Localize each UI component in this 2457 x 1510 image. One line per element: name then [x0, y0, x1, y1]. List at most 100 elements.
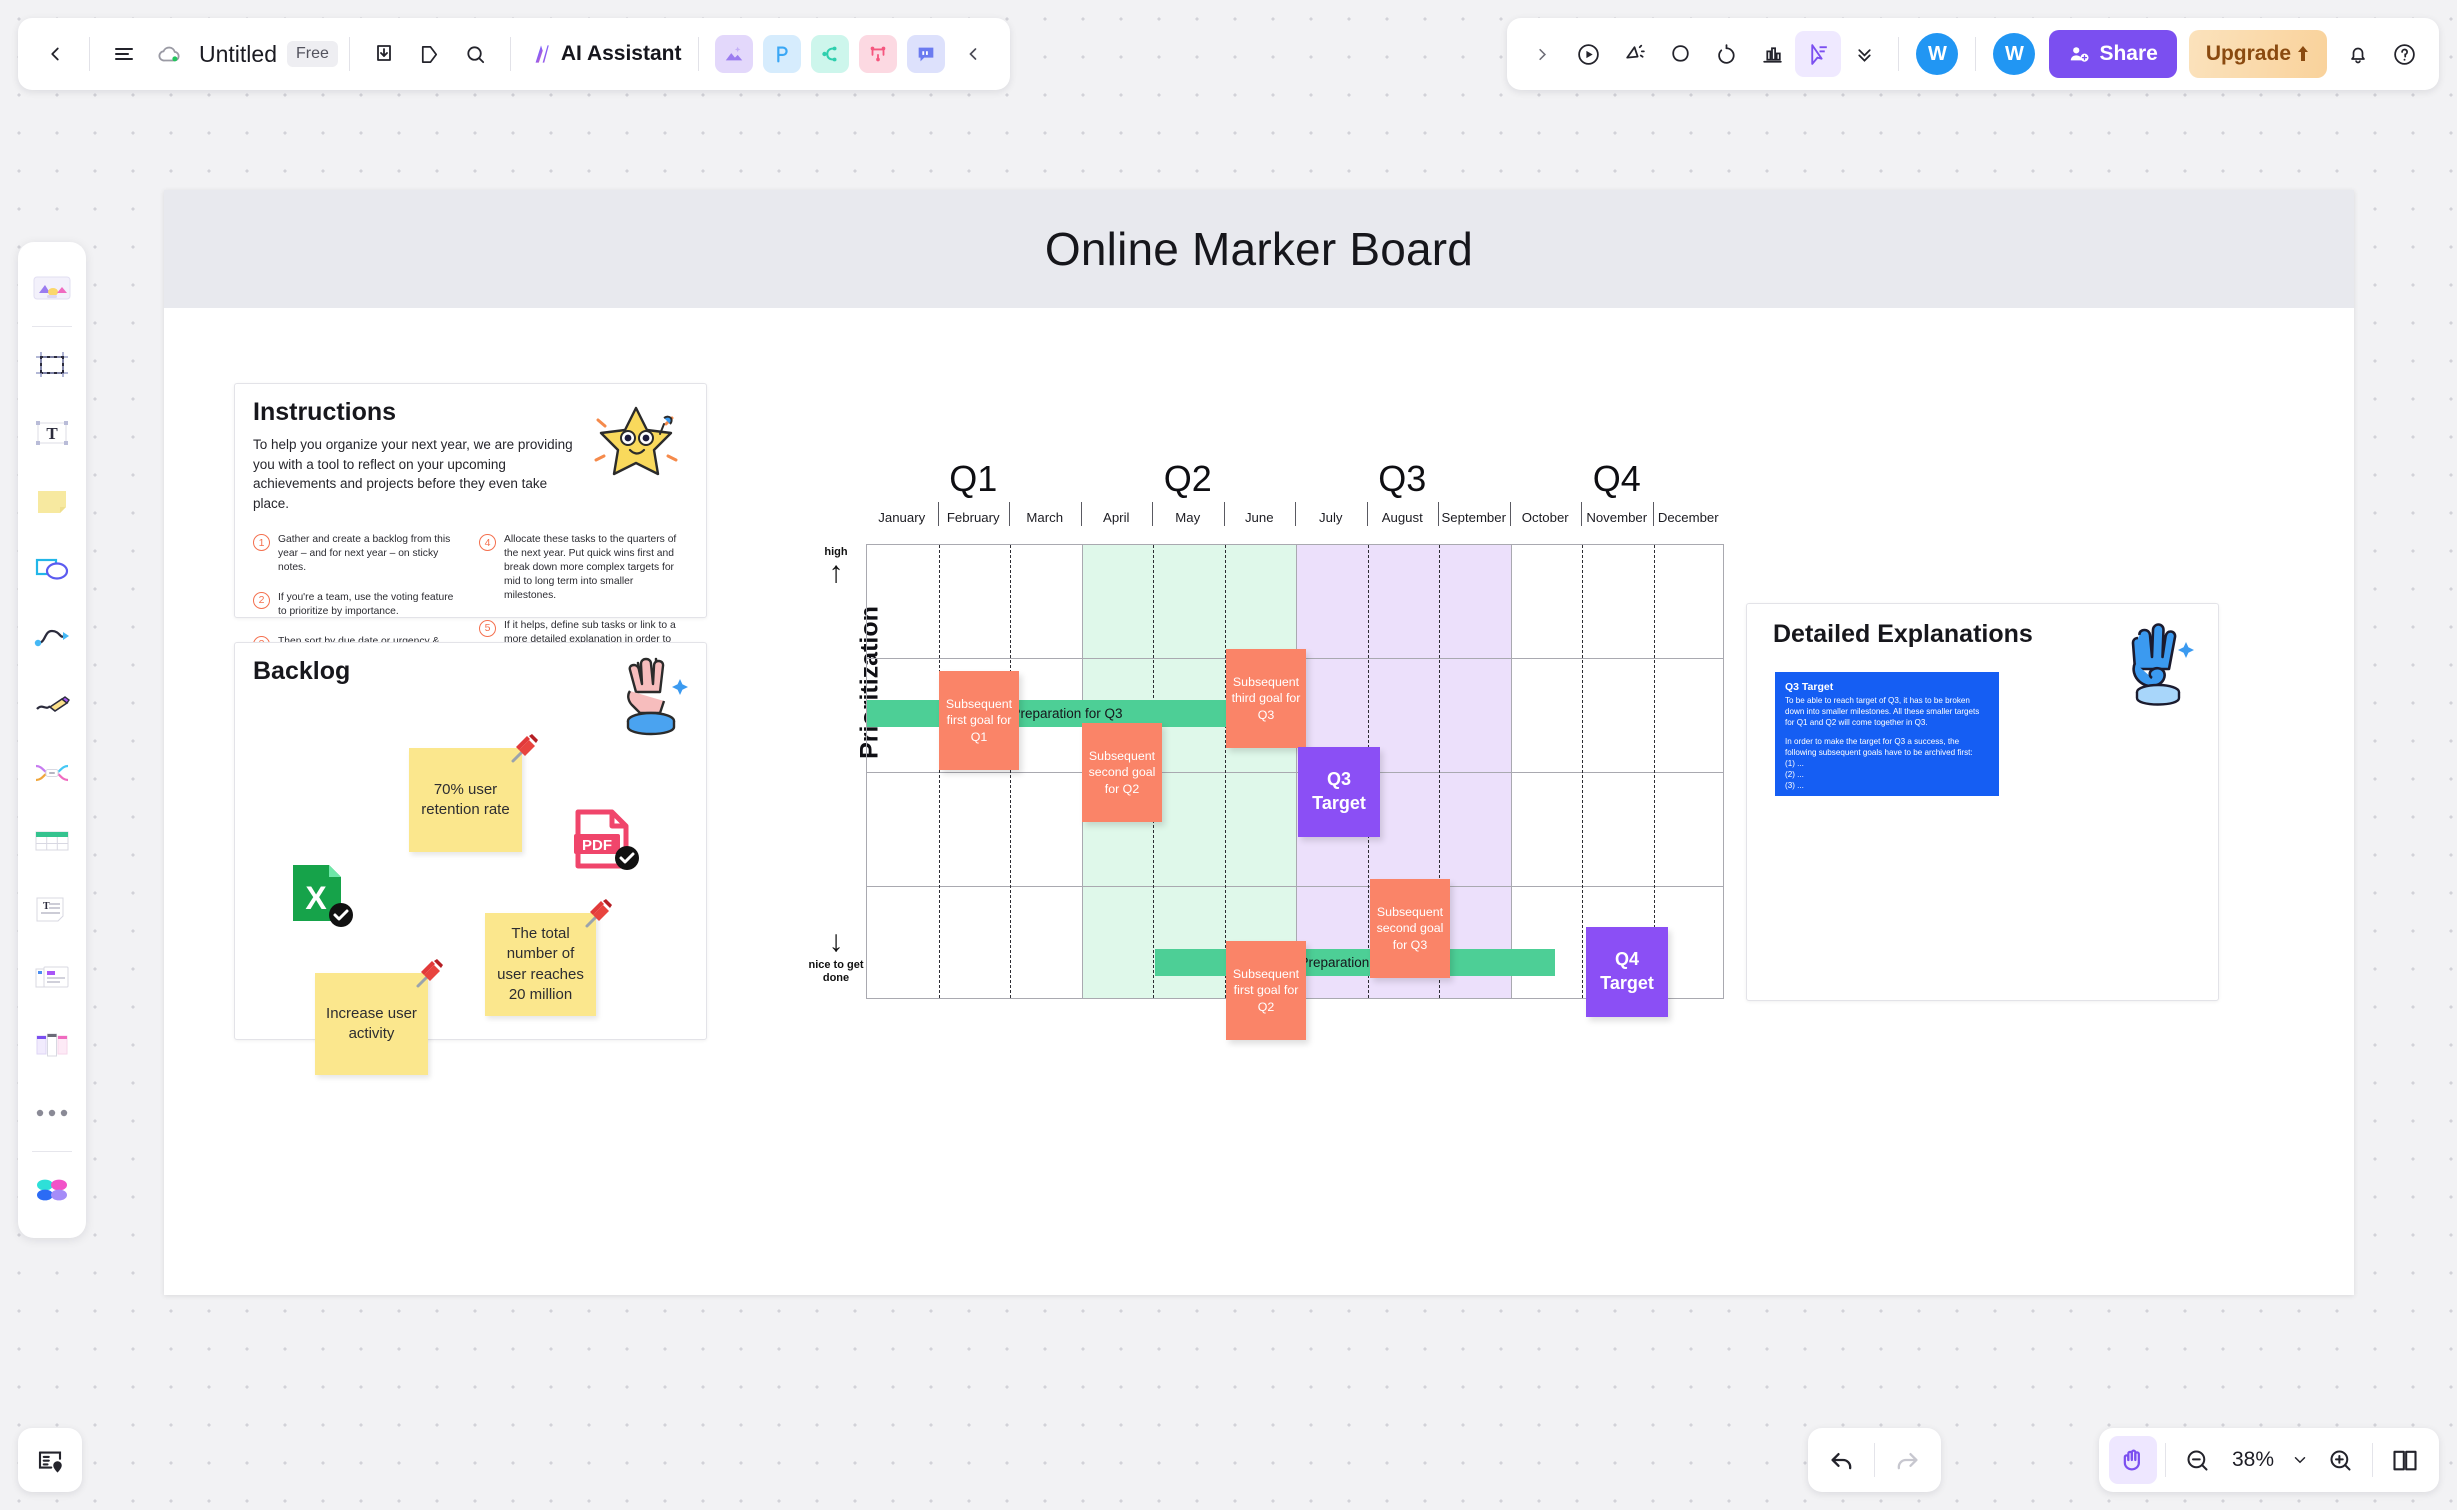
help-icon[interactable] — [2381, 31, 2427, 77]
excel-file-icon[interactable]: X — [287, 861, 359, 931]
share-button[interactable]: Share — [2049, 30, 2177, 78]
task-q3-second[interactable]: Subsequent second goal for Q3 — [1370, 879, 1450, 978]
axis-low: ↓ nice to get done — [808, 927, 864, 985]
card-tool[interactable] — [24, 943, 80, 1011]
avatar[interactable]: W — [1916, 33, 1959, 75]
redo-button[interactable] — [1883, 1436, 1931, 1484]
color-palette-tool[interactable] — [24, 1156, 80, 1224]
pushpin-icon — [585, 899, 612, 928]
target-q4[interactable]: Q4 Target — [1586, 927, 1668, 1017]
download-icon[interactable] — [361, 31, 407, 77]
undo-button[interactable] — [1818, 1436, 1866, 1484]
more-tools[interactable] — [24, 1079, 80, 1147]
presentation-app-icon[interactable] — [763, 35, 802, 73]
step-number: 5 — [479, 619, 496, 637]
search-icon[interactable] — [453, 31, 499, 77]
chat-app-icon[interactable] — [907, 35, 946, 73]
svg-text:T: T — [43, 901, 50, 912]
instructions-lead: To help you organize your next year, we … — [253, 437, 573, 511]
ok-hand-sticker-icon — [2131, 623, 2194, 706]
timeline-grid[interactable]: Preparation for Q3 Preparation for Q4 Su… — [866, 544, 1724, 1040]
pdf-file-icon[interactable]: PDF — [572, 808, 647, 878]
prep-bar-q3[interactable]: Preparation for Q3 — [867, 700, 1267, 727]
month-label: November — [1586, 510, 1648, 525]
star-sticker-icon — [594, 406, 678, 476]
minimap-button[interactable] — [18, 1428, 82, 1492]
tag-icon[interactable] — [407, 31, 453, 77]
zoom-dropdown-icon[interactable] — [2284, 1436, 2316, 1484]
pan-hand-button[interactable] — [2108, 1436, 2157, 1484]
zoom-in-button[interactable] — [2316, 1436, 2364, 1484]
prep-bar-q4[interactable]: Preparation for Q4 — [1155, 949, 1555, 976]
kanban-tool[interactable] — [24, 1011, 80, 1079]
present-icon[interactable] — [1565, 31, 1611, 77]
ai-assistant-button[interactable]: AI Assistant — [522, 41, 688, 67]
divider — [1975, 37, 1977, 71]
board-header: Online Marker Board — [164, 190, 2354, 308]
connector-tool[interactable] — [24, 603, 80, 671]
step-number: 2 — [253, 591, 270, 609]
image-app-icon[interactable] — [715, 35, 754, 73]
pen-tool[interactable] — [24, 671, 80, 739]
board-canvas: Online Marker Board Instructions To help… — [164, 190, 2354, 1295]
document-title[interactable]: Untitled — [199, 41, 277, 68]
cursor-flag-icon[interactable] — [1795, 31, 1842, 77]
mindmap-app-icon[interactable] — [811, 35, 850, 73]
task-q1-first[interactable]: Subsequent first goal for Q1 — [939, 671, 1019, 770]
peace-hand-sticker-icon — [626, 657, 688, 736]
target-q3[interactable]: Q3 Target — [1298, 747, 1380, 837]
chevrons-down-icon[interactable] — [1841, 31, 1887, 77]
task-q3-third[interactable]: Subsequent third goal for Q3 — [1226, 649, 1306, 748]
note-list-1: (1) ... — [1785, 759, 1804, 768]
comment-icon[interactable] — [1657, 31, 1703, 77]
templates-tool[interactable] — [24, 254, 80, 322]
mindmap-tool[interactable] — [24, 739, 80, 807]
top-toolbar-left: Untitled Free AI Assistant — [18, 18, 1011, 90]
task-q2-second[interactable]: Subsequent second goal for Q2 — [1082, 723, 1162, 822]
divider — [348, 37, 350, 71]
upgrade-label: Upgrade — [2205, 42, 2291, 65]
document-tool[interactable]: T — [24, 875, 80, 943]
top-toolbar: Untitled Free AI Assistant W W Share Upg… — [0, 0, 2457, 108]
list-item: 4 Allocate these tasks to the quarters o… — [479, 533, 687, 602]
avatar[interactable]: W — [1993, 33, 2036, 75]
cloud-saved-icon — [147, 31, 193, 77]
flowchart-app-icon[interactable] — [859, 35, 898, 73]
frame-tool[interactable] — [24, 331, 80, 399]
expand-right-icon[interactable] — [1519, 31, 1565, 77]
announce-icon[interactable] — [1611, 31, 1657, 77]
back-icon[interactable] — [32, 31, 78, 77]
top-toolbar-right: W W Share Upgrade — [1507, 18, 2439, 90]
upgrade-button[interactable]: Upgrade — [2188, 30, 2327, 78]
zoom-level[interactable]: 38% — [2222, 1448, 2284, 1472]
text-tool[interactable]: T — [24, 399, 80, 467]
sticky-note-tool[interactable] — [24, 467, 80, 535]
ai-assistant-label: AI Assistant — [560, 42, 682, 65]
list-item: 2 If you're a team, use the voting featu… — [253, 591, 461, 619]
month-label: February — [946, 510, 1000, 525]
share-label: Share — [2099, 42, 2158, 65]
month-row: January February March April May June Ju… — [866, 502, 1724, 538]
quarter-divider — [1510, 545, 1512, 998]
shape-tool[interactable] — [24, 535, 80, 603]
vote-icon[interactable] — [1749, 31, 1795, 77]
plan-badge[interactable]: Free — [286, 41, 338, 67]
month-label: September — [1441, 510, 1506, 525]
quarter-row: Q1 Q2 Q3 Q4 — [866, 458, 1724, 502]
undo-redo-group — [1808, 1428, 1941, 1492]
notification-bell-icon[interactable] — [2335, 31, 2381, 77]
timer-icon[interactable] — [1703, 31, 1749, 77]
menu-icon[interactable] — [101, 31, 147, 77]
q3-target-note[interactable]: Q3 Target To be able to reach target of … — [1775, 672, 1999, 796]
divider — [1874, 1443, 1875, 1477]
zoom-out-button[interactable] — [2174, 1436, 2222, 1484]
collapse-apps-icon[interactable] — [950, 31, 996, 77]
task-q2-first[interactable]: Subsequent first goal for Q2 — [1226, 941, 1306, 1040]
divider — [698, 37, 700, 71]
details-card: Detailed Explanations Q3 Target To be ab… — [1746, 603, 2219, 1001]
table-tool[interactable] — [24, 807, 80, 875]
quarter-label-q4: Q4 — [1592, 458, 1641, 499]
target-q4-label: Q4 Target — [1600, 949, 1654, 993]
panel-toggle-button[interactable] — [2381, 1436, 2429, 1484]
divider — [32, 326, 72, 327]
